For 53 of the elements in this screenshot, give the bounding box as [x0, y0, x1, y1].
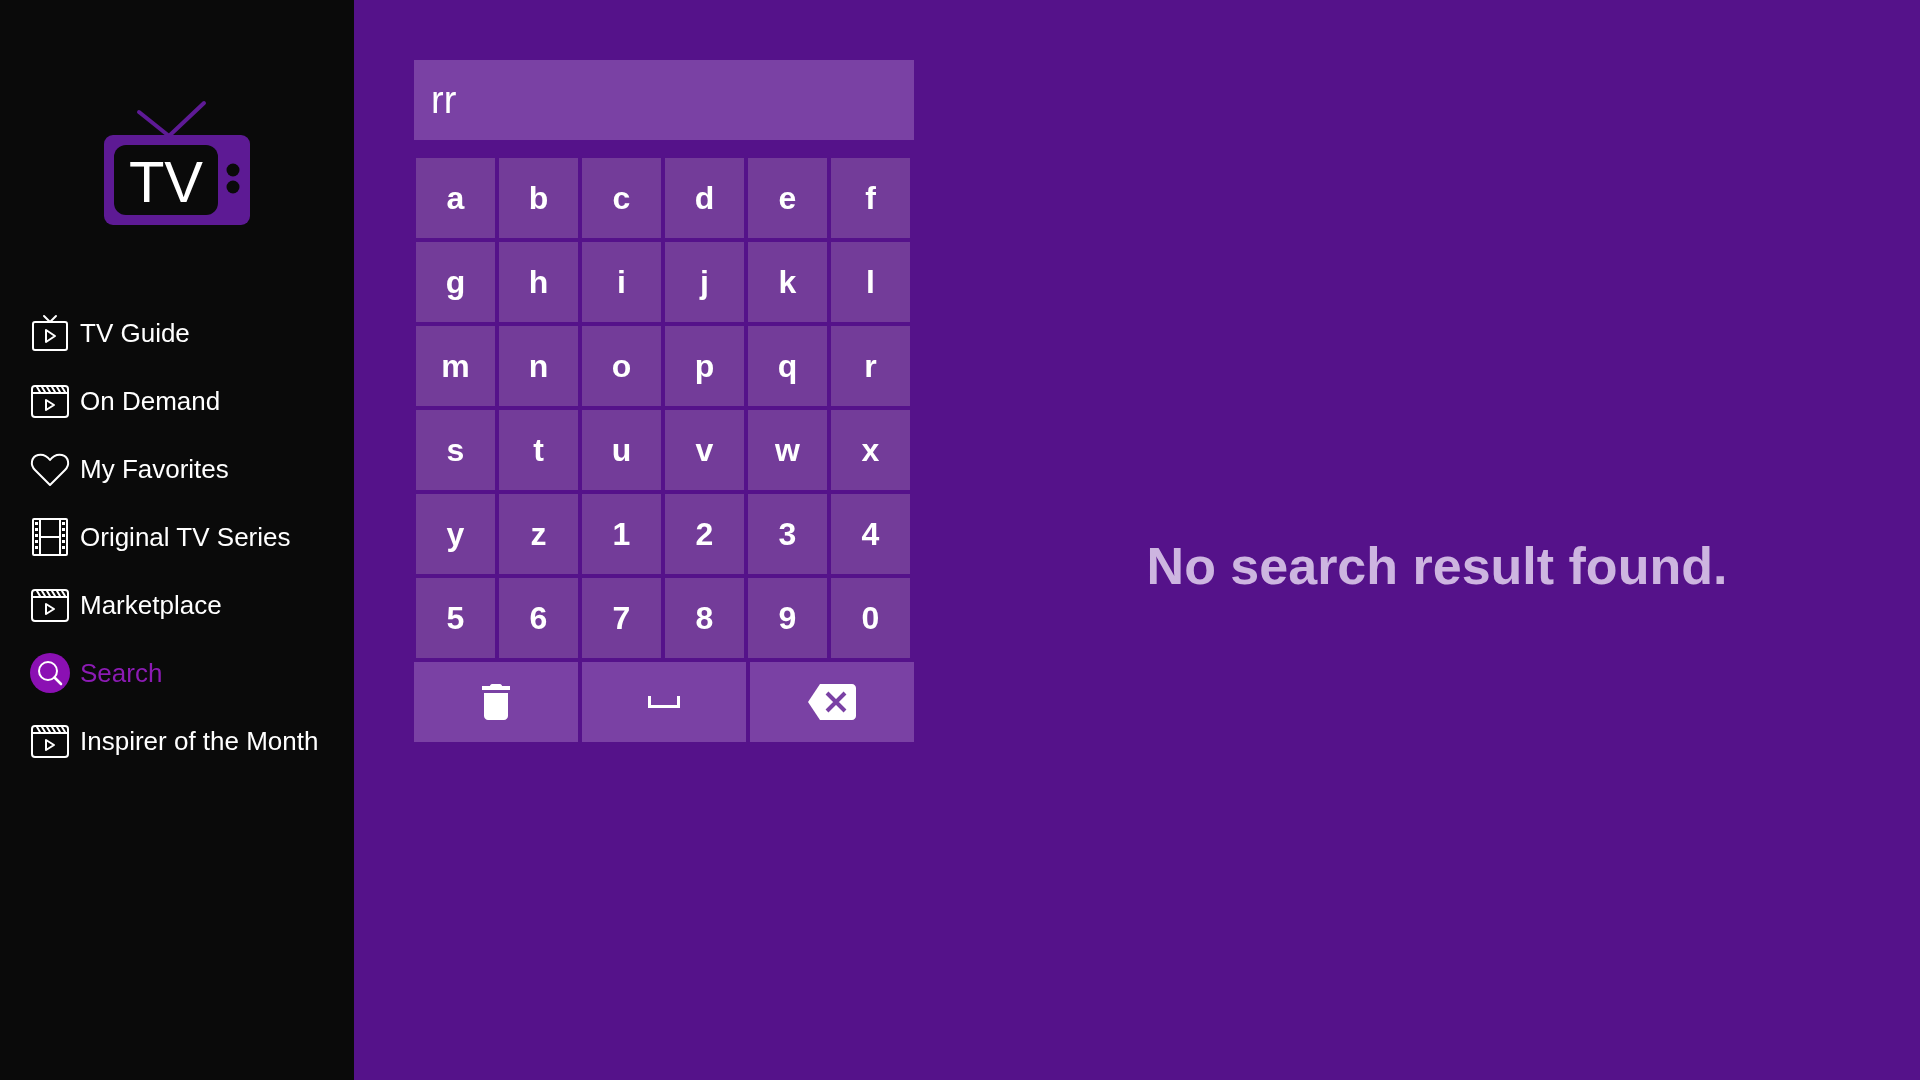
keyboard-key[interactable]: p — [665, 326, 744, 406]
keyboard-key[interactable]: z — [499, 494, 578, 574]
tv-play-icon — [30, 313, 70, 353]
keyboard-key[interactable]: v — [665, 410, 744, 490]
keyboard-key[interactable]: e — [748, 158, 827, 238]
backspace-icon — [808, 684, 856, 720]
keyboard-key[interactable]: m — [416, 326, 495, 406]
nav-item[interactable]: On Demand — [30, 381, 221, 421]
keyboard-key[interactable]: c — [582, 158, 661, 238]
keyboard-key[interactable]: 3 — [748, 494, 827, 574]
nav-item[interactable]: My Favorites — [30, 449, 229, 489]
keyboard-key[interactable]: h — [499, 242, 578, 322]
keyboard-key[interactable]: u — [582, 410, 661, 490]
keyboard-key[interactable]: 6 — [499, 578, 578, 658]
keyboard-key[interactable]: o — [582, 326, 661, 406]
no-results-message: No search result found. — [1146, 536, 1728, 597]
keyboard-key[interactable]: k — [748, 242, 827, 322]
keyboard-key[interactable]: a — [416, 158, 495, 238]
keyboard-key[interactable]: y — [416, 494, 495, 574]
keyboard-key[interactable]: q — [748, 326, 827, 406]
keyboard-key[interactable]: j — [665, 242, 744, 322]
nav-item[interactable]: Original TV Series — [30, 517, 291, 557]
keyboard-key[interactable]: r — [831, 326, 910, 406]
keyboard-key[interactable]: i — [582, 242, 661, 322]
keyboard-key[interactable]: 2 — [665, 494, 744, 574]
keyboard-key[interactable]: x — [831, 410, 910, 490]
keyboard-key[interactable]: 4 — [831, 494, 910, 574]
keyboard-key[interactable]: 5 — [416, 578, 495, 658]
keyboard-key[interactable]: 1 — [582, 494, 661, 574]
keyboard-key[interactable]: 7 — [582, 578, 661, 658]
keyboard-key[interactable]: n — [499, 326, 578, 406]
keyboard-key[interactable]: t — [499, 410, 578, 490]
search-icon — [30, 653, 70, 693]
clear-key[interactable] — [414, 662, 578, 742]
search-field[interactable]: rr — [414, 60, 914, 140]
nav-item[interactable]: Marketplace — [30, 585, 222, 625]
keyboard-key[interactable]: s — [416, 410, 495, 490]
keyboard-key[interactable]: l — [831, 242, 910, 322]
keyboard-key[interactable]: g — [416, 242, 495, 322]
nav-item[interactable]: Inspirer of the Month — [30, 721, 319, 761]
backspace-key[interactable] — [750, 662, 914, 742]
keyboard-key[interactable]: d — [665, 158, 744, 238]
tv-logo: TV — [104, 100, 250, 225]
keyboard-key[interactable]: 0 — [831, 578, 910, 658]
keyboard-key[interactable]: 8 — [665, 578, 744, 658]
keyboard-key[interactable]: 9 — [748, 578, 827, 658]
film-strip-icon — [30, 517, 70, 557]
trash-icon — [482, 684, 510, 720]
keyboard-key[interactable]: w — [748, 410, 827, 490]
keyboard-key[interactable]: f — [831, 158, 910, 238]
space-icon — [648, 696, 680, 708]
nav-item[interactable]: TV Guide — [30, 313, 190, 353]
keyboard-key[interactable]: b — [499, 158, 578, 238]
